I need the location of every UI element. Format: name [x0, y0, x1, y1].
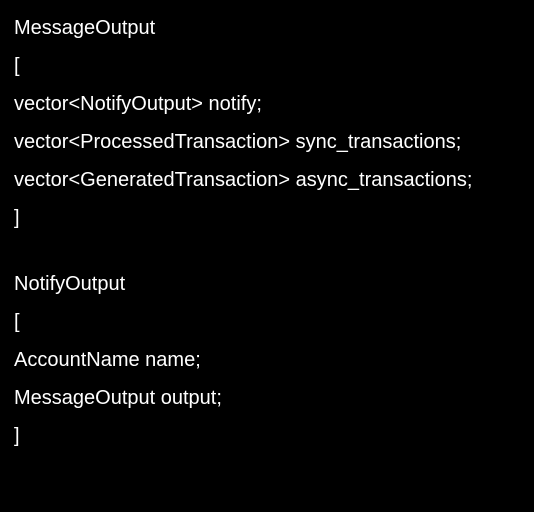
field-declaration: vector<ProcessedTransaction> sync_transa… — [14, 132, 520, 152]
field-declaration: vector<NotifyOutput> notify; — [14, 94, 520, 114]
struct-title: MessageOutput — [14, 18, 520, 38]
struct-title: NotifyOutput — [14, 274, 520, 294]
bracket-close: ] — [14, 426, 520, 446]
spacer — [14, 246, 520, 274]
field-declaration: vector<GeneratedTransaction> async_trans… — [14, 170, 520, 190]
bracket-open: [ — [14, 56, 520, 76]
bracket-open: [ — [14, 312, 520, 332]
field-declaration: MessageOutput output; — [14, 388, 520, 408]
field-declaration: AccountName name; — [14, 350, 520, 370]
bracket-close: ] — [14, 208, 520, 228]
